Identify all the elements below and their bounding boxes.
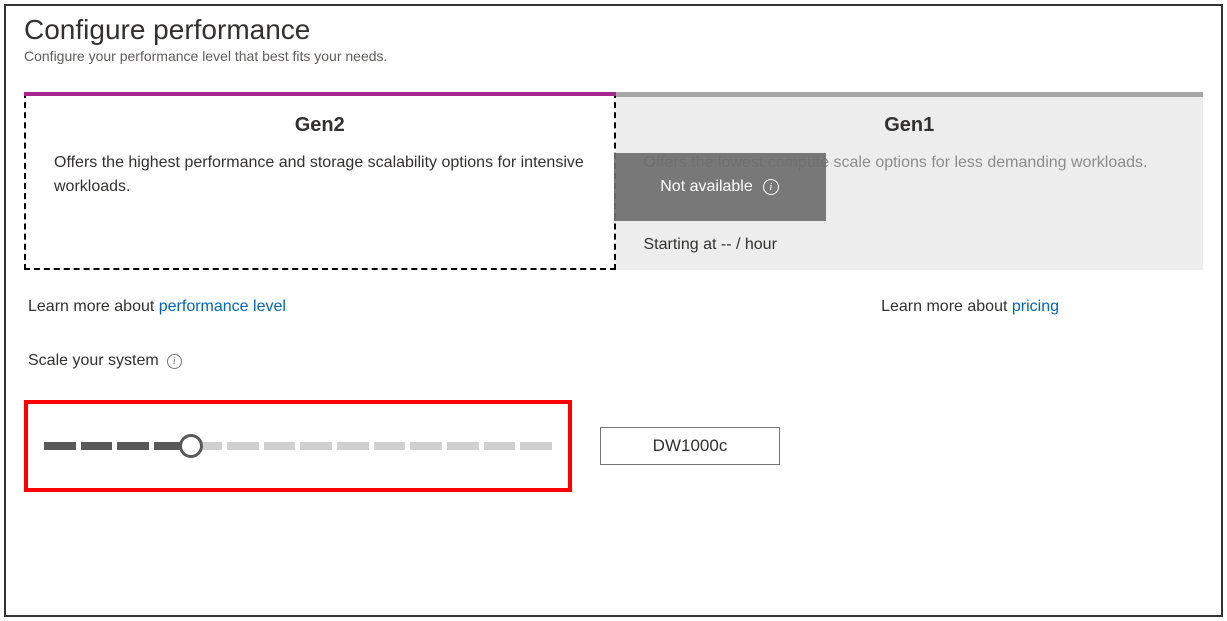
slider-segment bbox=[300, 442, 332, 450]
slider-segment bbox=[520, 442, 552, 450]
learn-performance-prefix: Learn more about bbox=[28, 298, 159, 315]
slider-segment bbox=[447, 442, 479, 450]
performance-level-link[interactable]: performance level bbox=[159, 298, 286, 315]
scale-value-display: DW1000c bbox=[600, 427, 780, 465]
slider-segment bbox=[117, 442, 149, 450]
slider-highlight-box bbox=[24, 400, 572, 492]
learn-pricing: Learn more about pricing bbox=[881, 298, 1059, 316]
learn-performance: Learn more about performance level bbox=[28, 298, 286, 316]
slider-segment bbox=[227, 442, 259, 450]
pricing-link[interactable]: pricing bbox=[1012, 298, 1059, 315]
scale-label-text: Scale your system bbox=[28, 352, 159, 370]
tab-gen2[interactable]: Gen2 Offers the highest performance and … bbox=[24, 92, 616, 270]
tab-gen2-title: Gen2 bbox=[54, 114, 586, 137]
tab-gen1-title: Gen1 bbox=[644, 114, 1176, 137]
slider-segment bbox=[264, 442, 296, 450]
generation-tabs: Gen2 Offers the highest performance and … bbox=[24, 92, 1203, 270]
slider-segment bbox=[44, 442, 76, 450]
page-title: Configure performance bbox=[24, 14, 1203, 46]
slider-segment bbox=[81, 442, 113, 450]
info-icon[interactable]: i bbox=[763, 179, 779, 195]
tab-gen1-pricing: Starting at -- / hour bbox=[644, 236, 777, 254]
page-subtitle: Configure your performance level that be… bbox=[24, 48, 1203, 64]
slider-segment bbox=[484, 442, 516, 450]
not-available-badge: Not available i bbox=[614, 153, 826, 221]
tab-gen1: Gen1 Offers the lowest compute scale opt… bbox=[616, 92, 1204, 270]
scale-slider[interactable] bbox=[44, 442, 552, 450]
learn-pricing-prefix: Learn more about bbox=[881, 298, 1012, 315]
slider-segment bbox=[410, 442, 442, 450]
scale-label: Scale your system i bbox=[24, 352, 182, 370]
slider-segment bbox=[374, 442, 406, 450]
not-available-text: Not available bbox=[660, 178, 753, 196]
tab-gen2-description: Offers the highest performance and stora… bbox=[54, 151, 586, 199]
info-icon[interactable]: i bbox=[167, 354, 182, 369]
slider-segment bbox=[337, 442, 369, 450]
slider-thumb[interactable] bbox=[179, 434, 203, 458]
